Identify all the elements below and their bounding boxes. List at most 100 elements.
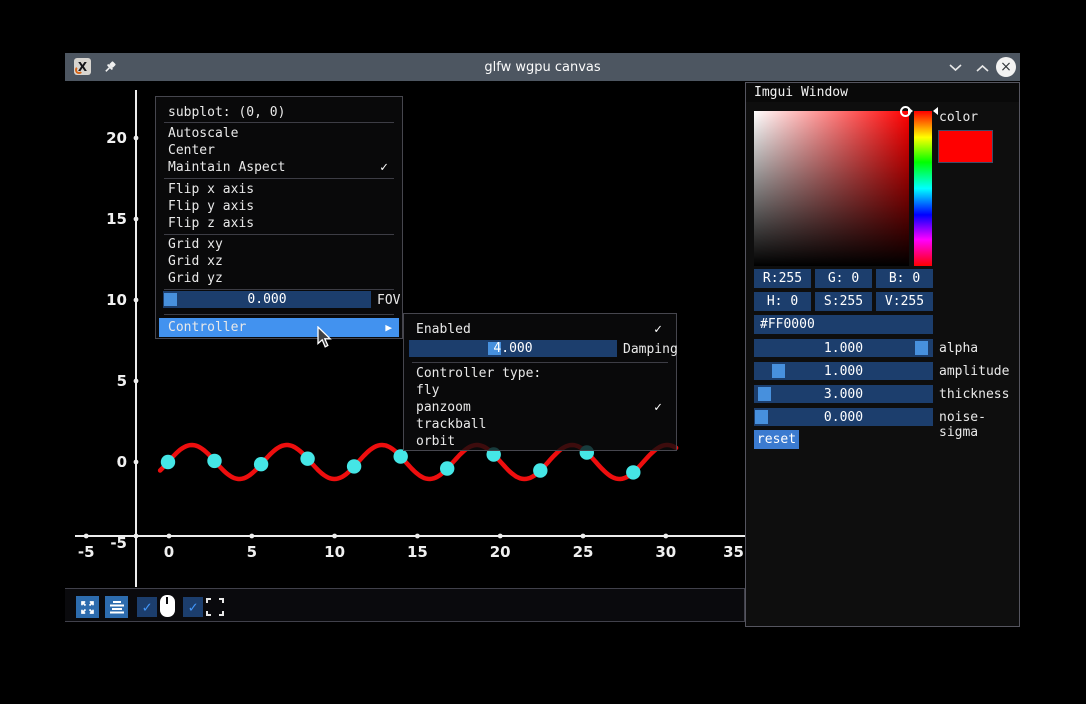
value-field[interactable]: V:255 <box>876 292 933 311</box>
x-tick-label: 10 <box>324 543 345 561</box>
y-tick-label: 0 <box>117 453 127 471</box>
x-tick-dot <box>415 534 420 539</box>
menu-item-autoscale[interactable]: Autoscale <box>159 125 399 142</box>
autoscale-button[interactable] <box>76 596 99 618</box>
controller-submenu: Enabled ✓ 4.000 Damping Controller type:… <box>403 313 677 451</box>
center-lines-icon <box>109 600 125 614</box>
slider-value: 1.000 <box>754 362 933 380</box>
menu-item-grid-xy[interactable]: Grid xy <box>159 236 399 253</box>
menu-item-grid-yz[interactable]: Grid yz <box>159 270 399 287</box>
plot-toolbar: ✓ ✓ <box>65 588 745 622</box>
menu-item-panzoom[interactable]: panzoom ✓ <box>407 399 673 416</box>
menu-item-fly[interactable]: fly <box>407 382 673 399</box>
pan-checkbox[interactable]: ✓ <box>137 597 157 617</box>
menu-item-controller[interactable]: Controller ▶ <box>159 318 399 337</box>
y-tick-label: -5 <box>110 534 127 552</box>
hue-bar[interactable] <box>914 111 932 266</box>
slider-value: 3.000 <box>754 385 933 403</box>
separator <box>164 234 394 235</box>
alpha-slider[interactable]: 1.000 <box>754 339 933 357</box>
axis-origin-dot <box>134 534 139 539</box>
thickness-label: thickness <box>939 387 1009 402</box>
saturation-field[interactable]: S:255 <box>815 292 872 311</box>
imgui-window[interactable]: Imgui Window color R:255 G: 0 B: 0 H: 0 … <box>745 82 1020 627</box>
menu-header-subplot: subplot: (0, 0) <box>159 104 399 121</box>
slider-value: 0.000 <box>163 291 371 308</box>
x-tick-label: 35 <box>723 543 744 561</box>
checkmark-icon: ✓ <box>654 400 662 415</box>
menu-header-controller-type: Controller type: <box>407 365 673 382</box>
noise-sigma-slider[interactable]: 0.000 <box>754 408 933 426</box>
imgui-window-title[interactable]: Imgui Window <box>746 83 1019 102</box>
blue-field[interactable]: B: 0 <box>876 269 933 288</box>
mouse-icon <box>159 595 176 618</box>
menu-item-maintain-aspect[interactable]: Maintain Aspect ✓ <box>159 159 399 176</box>
zoom-checkbox[interactable]: ✓ <box>183 597 203 617</box>
subplot-context-menu: subplot: (0, 0) Autoscale Center Maintai… <box>155 96 403 339</box>
hue-field[interactable]: H: 0 <box>754 292 811 311</box>
menu-item-grid-xz[interactable]: Grid xz <box>159 253 399 270</box>
fov-slider[interactable]: 0.000 <box>163 291 371 308</box>
thickness-slider[interactable]: 3.000 <box>754 385 933 403</box>
x-tick-dot <box>249 534 254 539</box>
mouse-cursor <box>317 326 332 348</box>
x-tick-label: 20 <box>490 543 511 561</box>
red-field[interactable]: R:255 <box>754 269 811 288</box>
y-tick-dot <box>134 379 139 384</box>
center-button[interactable] <box>105 596 128 618</box>
hue-marker-right-icon <box>933 107 938 115</box>
menu-item-center[interactable]: Center <box>159 142 399 159</box>
checkmark-icon: ✓ <box>380 160 388 175</box>
separator <box>164 122 394 123</box>
fullscreen-icon[interactable] <box>206 598 224 616</box>
x-tick-dot <box>581 534 586 539</box>
green-field[interactable]: G: 0 <box>815 269 872 288</box>
x-tick-label: 30 <box>655 543 676 561</box>
wave-marker-dot <box>347 459 361 473</box>
menu-item-trackball[interactable]: trackball <box>407 416 673 433</box>
menu-item-flip-x[interactable]: Flip x axis <box>159 181 399 198</box>
alpha-label: alpha <box>939 341 978 356</box>
x-tick-dot <box>167 534 172 539</box>
menu-item-orbit[interactable]: orbit <box>407 433 673 450</box>
x-tick-label: -5 <box>78 543 95 561</box>
expand-arrows-icon <box>80 600 95 615</box>
color-swatch[interactable] <box>938 130 993 163</box>
menu-item-flip-y[interactable]: Flip y axis <box>159 198 399 215</box>
x-tick-dot <box>84 534 89 539</box>
wave-marker-dot <box>161 455 175 469</box>
menu-item-label: panzoom <box>416 400 471 415</box>
y-tick-label: 5 <box>117 372 127 390</box>
wave-marker-dot <box>394 449 408 463</box>
x-tick-label: 15 <box>407 543 428 561</box>
amplitude-slider[interactable]: 1.000 <box>754 362 933 380</box>
y-tick-dot <box>134 217 139 222</box>
reset-button[interactable]: reset <box>754 430 799 449</box>
fov-label: FOV <box>377 293 400 308</box>
menu-item-label: Controller <box>168 320 246 335</box>
x-tick-dot <box>498 534 503 539</box>
noise-sigma-label: noise-sigma <box>939 410 1019 440</box>
y-tick-label: 20 <box>106 129 127 147</box>
damping-label: Damping <box>623 342 678 357</box>
amplitude-label: amplitude <box>939 364 1009 379</box>
menu-item-label: Enabled <box>416 322 471 337</box>
submenu-arrow-icon: ▶ <box>385 321 392 334</box>
damping-slider[interactable]: 4.000 <box>409 340 617 357</box>
separator <box>412 362 668 363</box>
hex-field[interactable]: #FF0000 <box>754 315 933 334</box>
color-label: color <box>939 110 978 125</box>
menu-item-flip-z[interactable]: Flip z axis <box>159 215 399 232</box>
slider-value: 1.000 <box>754 339 933 357</box>
x-tick-label: 25 <box>573 543 594 561</box>
y-tick-label: 15 <box>106 210 127 228</box>
slider-value: 4.000 <box>409 340 617 357</box>
wave-marker-dot <box>533 463 547 477</box>
separator <box>164 178 394 179</box>
y-tick-label: 10 <box>106 291 127 309</box>
menu-item-enabled[interactable]: Enabled ✓ <box>407 321 673 338</box>
wave-marker-dot <box>626 465 640 479</box>
wave-marker-dot <box>440 461 454 475</box>
saturation-value-picker[interactable] <box>754 111 909 266</box>
slider-value: 0.000 <box>754 408 933 426</box>
